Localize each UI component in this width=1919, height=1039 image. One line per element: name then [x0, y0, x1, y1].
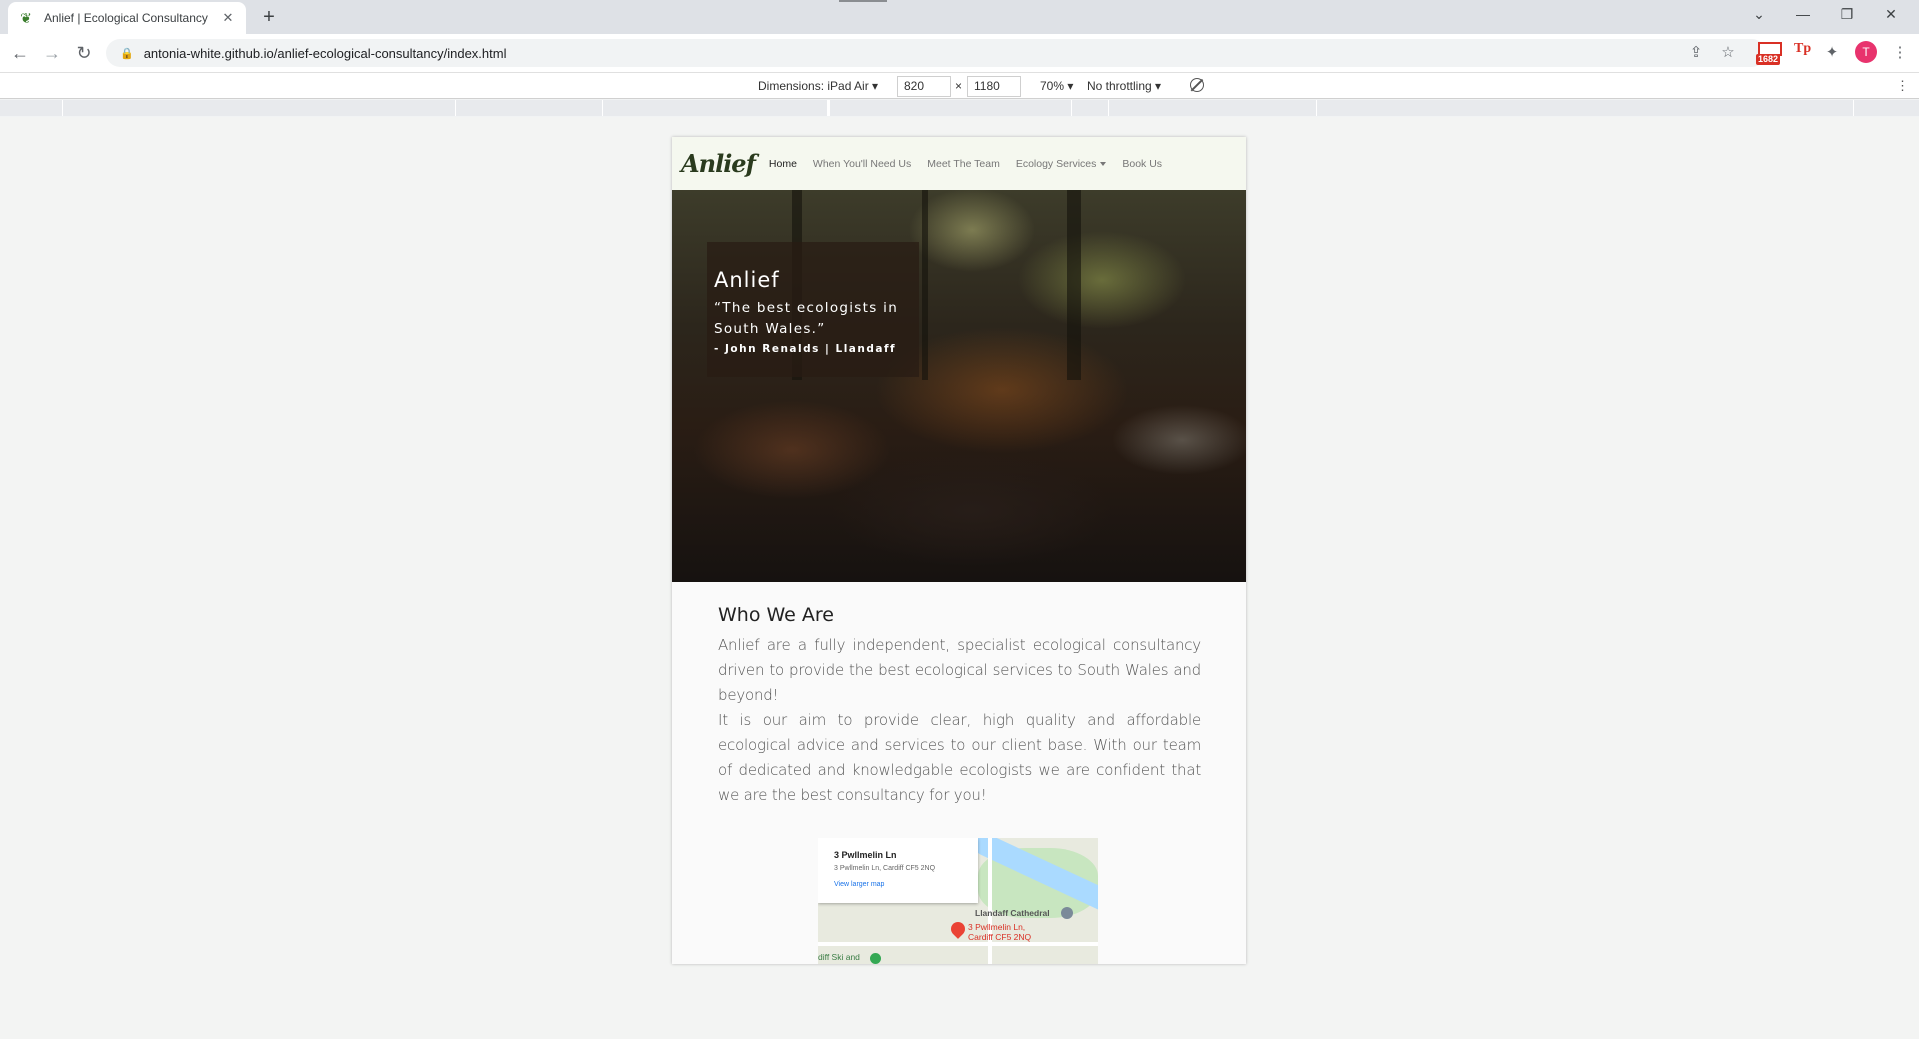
tab-search-button[interactable]: ⌄ [1737, 0, 1781, 30]
nav-home[interactable]: Home [769, 158, 797, 170]
nav-meet-the-team[interactable]: Meet The Team [927, 158, 1000, 170]
media-query-segment[interactable] [602, 100, 828, 116]
hero-quote-card: Anlief “The best ecologists in South Wal… [707, 242, 919, 377]
height-input[interactable]: 1180 [967, 76, 1021, 97]
rotate-icon[interactable] [1190, 78, 1204, 92]
dropdown-caret-icon [1100, 161, 1107, 166]
media-query-segment[interactable] [1316, 100, 1854, 116]
place-of-worship-icon [1061, 907, 1073, 919]
tab-title: Anlief | Ecological Consultancy [44, 11, 208, 25]
nav-ecology-services-label: Ecology Services [1015, 157, 1097, 170]
throttling-label: No throttling [1087, 79, 1152, 93]
extensions-puzzle-icon[interactable]: ✦ [1820, 41, 1844, 65]
gmail-extension-icon[interactable]: 1682 [1756, 40, 1784, 66]
about-paragraph-1: Anlief are a fully independent, speciali… [718, 636, 1201, 704]
leaf-favicon-icon: ❦ [20, 10, 32, 26]
browser-tab[interactable]: ❦ Anlief | Ecological Consultancy ✕ [8, 2, 246, 34]
dimensions-label: Dimensions: iPad Air [758, 79, 869, 93]
map-ski-label: diff Ski and [818, 952, 860, 962]
map-place-title: 3 Pwllmelin Ln [834, 850, 897, 860]
map-info-card: 3 Pwllmelin Ln 3 Pwllmelin Ln, Cardiff C… [818, 838, 978, 903]
close-tab-icon[interactable]: ✕ [220, 10, 236, 26]
tab-strip: ❦ Anlief | Ecological Consultancy ✕ + ⌄ … [0, 0, 1919, 34]
map-poi-label: Llandaff Cathedral [975, 908, 1050, 918]
hero-title: Anlief [714, 268, 780, 292]
address-bar[interactable]: 🔒 antonia-white.github.io/anlief-ecologi… [106, 39, 1766, 67]
hero-forest-image: Anlief “The best ecologists in South Wal… [672, 190, 1246, 582]
view-larger-map-link[interactable]: View larger map [834, 881, 978, 888]
lock-icon[interactable]: 🔒 [120, 47, 134, 60]
browser-menu-icon[interactable]: ⋮ [1888, 41, 1912, 65]
section-heading: Who We Are [718, 604, 834, 626]
url-text[interactable]: antonia-white.github.io/anlief-ecologica… [144, 46, 507, 61]
map-road [988, 838, 992, 964]
site-navbar: Anlief Home When You'll Need Us Meet The… [672, 137, 1246, 190]
media-query-segment[interactable] [828, 100, 830, 116]
zoom-dropdown[interactable]: 70% ▾ [1040, 78, 1073, 95]
gmail-badge: 1682 [1756, 54, 1781, 65]
minimize-button[interactable]: — [1781, 0, 1825, 30]
restore-button[interactable]: ❐ [1825, 0, 1869, 30]
media-query-segment[interactable] [62, 100, 456, 116]
reload-icon[interactable]: ↻ [72, 41, 96, 65]
dimensions-dropdown[interactable]: Dimensions: iPad Air ▾ [758, 78, 878, 95]
forward-icon[interactable]: → [40, 41, 64, 65]
map-pin-label: 3 Pwllmelin Ln, Cardiff CF5 2NQ [968, 922, 1031, 942]
device-toolbar: Dimensions: iPad Air ▾ 820 × 1180 70% ▾ … [0, 72, 1919, 99]
new-tab-button[interactable]: + [257, 5, 281, 29]
brand-logo[interactable]: Anlief [681, 149, 756, 178]
times-separator: × [955, 79, 963, 93]
zoom-label: 70% [1040, 79, 1065, 93]
close-window-button[interactable]: ✕ [1869, 0, 1913, 30]
media-query-segment[interactable] [1071, 100, 1109, 116]
ski-poi-icon [870, 953, 881, 964]
hero-quote: “The best ecologists in South Wales.” [714, 300, 899, 337]
device-toolbar-menu-icon[interactable]: ⋮ [1896, 78, 1909, 94]
hero-citation: - John Renalds | Llandaff [714, 343, 897, 355]
tab-search-indicator [839, 0, 887, 2]
nav-ecology-services[interactable]: Ecology Services [1016, 158, 1107, 170]
map-pin-label-line2: Cardiff CF5 2NQ [968, 932, 1032, 942]
who-we-are-section: Who We Are Anlief are a fully independen… [718, 604, 1201, 808]
map-place-address: 3 Pwllmelin Ln, Cardiff CF5 2NQ [834, 865, 936, 872]
map-pin-icon[interactable] [948, 919, 968, 939]
width-input[interactable]: 820 [897, 76, 951, 97]
emulated-device-page: Anlief Home When You'll Need Us Meet The… [672, 137, 1246, 964]
tree-trunk-shape [922, 190, 928, 380]
tp-extension-icon[interactable]: Tp [1794, 41, 1811, 57]
nav-when-youll-need-us[interactable]: When You'll Need Us [813, 158, 911, 170]
share-icon[interactable]: ⇪ [1684, 41, 1708, 65]
map-pin-label-line1: 3 Pwllmelin Ln, [968, 922, 1026, 932]
tree-trunk-shape [1067, 190, 1081, 380]
map-road [818, 942, 1098, 946]
throttling-dropdown[interactable]: No throttling ▾ [1087, 78, 1161, 95]
back-icon[interactable]: ← [8, 41, 32, 65]
browser-toolbar: ← → ↻ 🔒 antonia-white.github.io/anlief-e… [0, 34, 1919, 72]
bookmark-star-icon[interactable]: ☆ [1716, 41, 1740, 65]
about-paragraph-2: It is our aim to provide clear, high qua… [718, 711, 1201, 804]
profile-avatar[interactable]: T [1855, 41, 1877, 63]
nav-book-us[interactable]: Book Us [1122, 158, 1162, 170]
media-query-bar [0, 100, 1919, 116]
google-map-embed[interactable]: 3 Pwllmelin Ln 3 Pwllmelin Ln, Cardiff C… [818, 838, 1098, 964]
